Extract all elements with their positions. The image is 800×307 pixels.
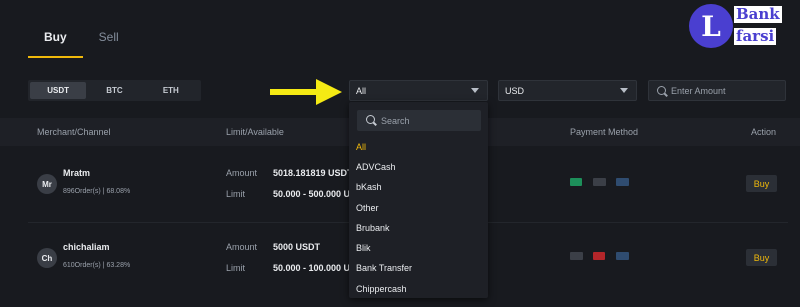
amount-label: Amount xyxy=(226,168,258,178)
merchant-stats: 610Order(s) | 63.28% xyxy=(63,262,131,269)
coin-selector: USDT BTC ETH xyxy=(28,80,201,101)
dropdown-item-advcash[interactable]: ADVCash xyxy=(356,162,396,172)
buy-button[interactable]: Buy xyxy=(746,249,777,266)
dropdown-search-input[interactable]: Search xyxy=(357,110,481,131)
avatar: Mr xyxy=(37,174,57,194)
caret-down-icon xyxy=(471,88,479,93)
avatar: Ch xyxy=(37,248,57,268)
coin-usdt[interactable]: USDT xyxy=(30,82,87,99)
caret-down-icon xyxy=(620,88,628,93)
logo-text-line2: farsi xyxy=(734,27,777,45)
payment-method-select[interactable]: All xyxy=(349,80,488,101)
amount-value: 5000 USDT xyxy=(273,242,321,252)
amount-label: Amount xyxy=(226,242,258,252)
trade-tabs: Buy Sell xyxy=(28,22,135,58)
merchant-stats: 896Order(s) | 68.08% xyxy=(63,188,131,195)
dropdown-item-bkash[interactable]: bKash xyxy=(356,182,382,192)
search-icon xyxy=(657,86,666,95)
limit-label: Limit xyxy=(226,263,246,273)
amount-value: 5018.181819 USDT xyxy=(273,168,353,178)
payment-dropdown: Search All ADVCash bKash Other Brubank B… xyxy=(349,102,488,298)
merchant-name[interactable]: chichaliam xyxy=(63,242,110,252)
payment-logo-icon xyxy=(616,178,629,186)
tab-buy[interactable]: Buy xyxy=(28,22,83,58)
payment-logo-icon xyxy=(593,252,605,260)
bankfarsi-logo: L Bank farsi xyxy=(689,4,793,56)
payment-select-value: All xyxy=(356,85,367,96)
coin-eth[interactable]: ETH xyxy=(143,82,199,99)
dropdown-item-all[interactable]: All xyxy=(356,142,366,152)
buy-button[interactable]: Buy xyxy=(746,175,777,192)
amount-input[interactable]: Enter Amount xyxy=(648,80,786,101)
payment-logo-icon xyxy=(570,252,583,260)
logo-badge: L xyxy=(689,4,733,48)
header-merchant: Merchant/Channel xyxy=(37,127,111,137)
header-limit: Limit/Available xyxy=(226,127,284,137)
logo-letter: L xyxy=(701,9,721,43)
search-icon xyxy=(366,115,375,124)
payment-logo-icon xyxy=(616,252,629,260)
dropdown-item-chippercash[interactable]: Chippercash xyxy=(356,284,407,294)
header-action: Action xyxy=(751,127,777,137)
dropdown-search-placeholder: Search xyxy=(381,115,410,126)
payment-logo-icon xyxy=(570,178,582,186)
yellow-arrow-icon xyxy=(270,79,342,105)
dropdown-item-blik[interactable]: Blik xyxy=(356,243,371,253)
merchant-name[interactable]: Mratm xyxy=(63,168,90,178)
coin-btc[interactable]: BTC xyxy=(86,82,142,99)
dropdown-item-brubank[interactable]: Brubank xyxy=(356,223,390,233)
logo-text-line1: Bank xyxy=(734,5,782,23)
payment-logo-icon xyxy=(593,178,606,186)
currency-select-value: USD xyxy=(505,85,525,96)
dropdown-item-bank-transfer[interactable]: Bank Transfer xyxy=(356,263,412,273)
limit-label: Limit xyxy=(226,189,246,199)
dropdown-item-other[interactable]: Other xyxy=(356,203,379,213)
header-payment: Payment Method xyxy=(570,127,639,137)
amount-placeholder: Enter Amount xyxy=(671,85,726,96)
tab-sell[interactable]: Sell xyxy=(83,22,135,58)
currency-select[interactable]: USD xyxy=(498,80,637,101)
